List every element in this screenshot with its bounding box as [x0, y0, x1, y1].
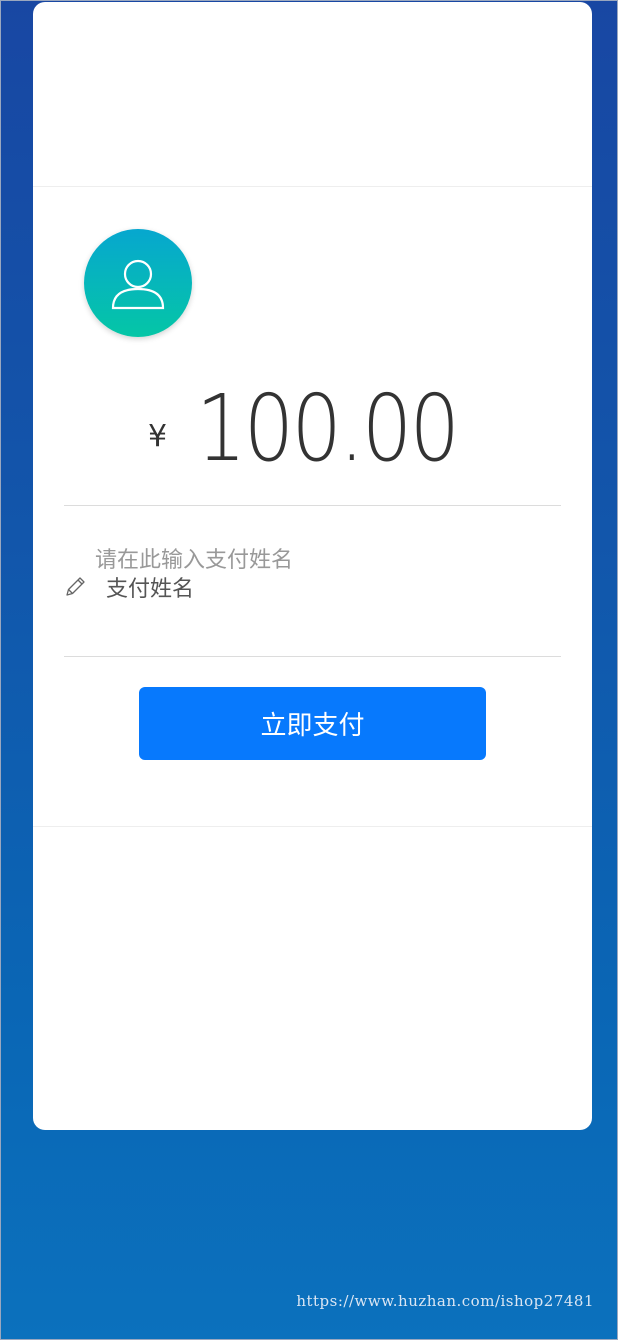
payment-amount: 100.00: [196, 375, 460, 482]
payment-card: ¥ 100.00 请在此输入支付姓名 立即支付: [33, 2, 592, 1130]
card-header: [33, 2, 592, 187]
pencil-icon: [66, 577, 85, 596]
pay-now-button[interactable]: 立即支付: [139, 687, 486, 760]
divider: [64, 656, 561, 657]
name-input-hint: 请在此输入支付姓名: [95, 548, 294, 573]
card-footer-divider: [33, 826, 592, 827]
currency-symbol: ¥: [148, 419, 168, 454]
divider: [64, 505, 561, 506]
watermark-url: https://www.huzhan.com/ishop27481: [296, 1292, 594, 1310]
avatar: [84, 229, 192, 337]
payer-name-input[interactable]: [106, 572, 506, 606]
user-icon: [111, 259, 165, 310]
amount-row: ¥ 100.00: [33, 374, 592, 484]
